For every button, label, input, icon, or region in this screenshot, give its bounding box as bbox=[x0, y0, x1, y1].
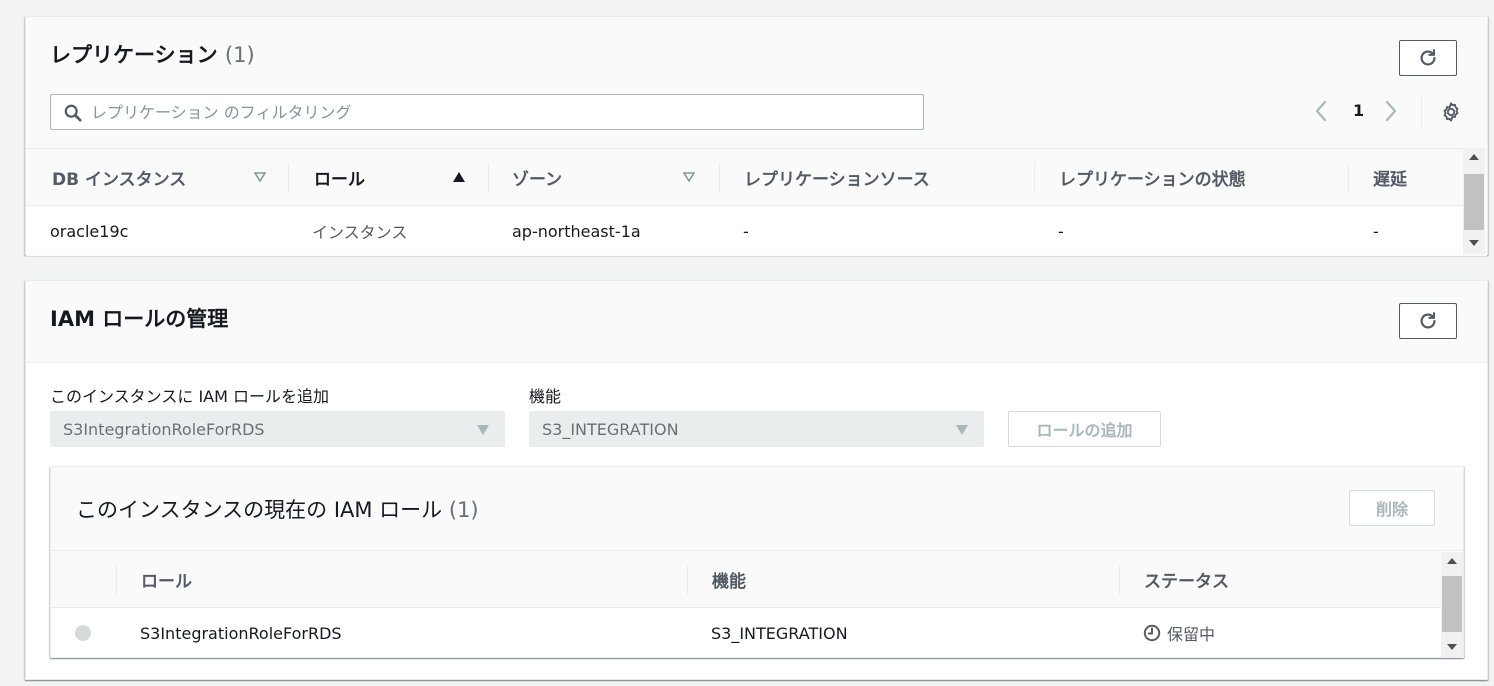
sort-unsorted-icon[interactable] bbox=[254, 171, 266, 183]
cell-db-instance: oracle19c bbox=[50, 221, 129, 241]
cell-lag: - bbox=[1373, 221, 1379, 241]
column-replication-state[interactable]: レプリケーションの状態 bbox=[1059, 149, 1246, 205]
column-separator bbox=[1119, 565, 1120, 595]
column-lag[interactable]: 遅延 bbox=[1373, 149, 1407, 205]
column-feature[interactable]: 機能 bbox=[712, 551, 746, 607]
column-separator bbox=[719, 163, 720, 193]
replication-title: レプリケーション (1) bbox=[50, 39, 255, 69]
column-status[interactable]: ステータス bbox=[1144, 551, 1229, 607]
column-separator bbox=[488, 163, 489, 193]
pagination-current-page[interactable]: 1 bbox=[1353, 101, 1364, 120]
role-select[interactable]: S3IntegrationRoleForRDS bbox=[50, 411, 505, 447]
search-icon bbox=[64, 104, 82, 122]
gear-icon[interactable] bbox=[1440, 101, 1462, 123]
table-row[interactable]: oracle19c インスタンス ap-northeast-1a - - - bbox=[26, 207, 1463, 255]
iam-roles-panel: IAM ロールの管理 このインスタンスに IAM ロールを追加 機能 S3Int… bbox=[25, 280, 1488, 680]
feature-label: 機能 bbox=[529, 387, 562, 406]
table-row[interactable]: S3IntegrationRoleForRDS S3_INTEGRATION 保… bbox=[51, 609, 1441, 657]
column-replication-source[interactable]: レプリケーションソース bbox=[744, 149, 930, 205]
status-text: 保留中 bbox=[1167, 625, 1216, 644]
role-select-value: S3IntegrationRoleForRDS bbox=[63, 419, 265, 439]
sort-unsorted-icon[interactable] bbox=[683, 171, 695, 183]
replication-header: レプリケーション (1) 1 DB インスタンス ロール ゾーン レプリケーショ… bbox=[26, 17, 1487, 256]
replication-filter[interactable] bbox=[50, 94, 924, 130]
column-separator bbox=[1034, 163, 1035, 193]
replication-title-text: レプリケーション bbox=[50, 43, 218, 67]
sort-ascending-icon[interactable] bbox=[453, 171, 465, 183]
column-db-instance[interactable]: DB インスタンス bbox=[52, 149, 186, 205]
current-roles-count: (1) bbox=[448, 498, 479, 522]
replication-count: (1) bbox=[224, 43, 255, 67]
cell-replication-state: - bbox=[1058, 221, 1064, 241]
current-roles-header: このインスタンスの現在の IAM ロール (1) 削除 bbox=[51, 467, 1463, 551]
current-roles-title-text: このインスタンスの現在の IAM ロール bbox=[76, 498, 443, 522]
current-roles-title: このインスタンスの現在の IAM ロール (1) bbox=[76, 494, 479, 524]
scroll-up-arrow-icon[interactable] bbox=[1469, 154, 1479, 160]
chevron-down-icon bbox=[477, 425, 489, 435]
scrollbar-thumb[interactable] bbox=[1464, 174, 1484, 230]
pagination-next-icon[interactable] bbox=[1384, 99, 1398, 123]
current-roles-table-header: ロール 機能 ステータス bbox=[51, 550, 1441, 608]
replication-refresh-button[interactable] bbox=[1399, 40, 1457, 76]
replication-table-scrollbar[interactable] bbox=[1463, 148, 1485, 254]
replication-table-header: DB インスタンス ロール ゾーン レプリケーションソース レプリケーションの状… bbox=[26, 148, 1463, 206]
column-separator bbox=[687, 565, 688, 595]
iam-header: IAM ロールの管理 bbox=[26, 281, 1487, 363]
pagination-divider bbox=[1421, 95, 1422, 129]
replication-panel: レプリケーション (1) 1 DB インスタンス ロール ゾーン レプリケーショ… bbox=[25, 16, 1488, 256]
refresh-icon bbox=[1420, 49, 1436, 66]
column-separator bbox=[288, 163, 289, 193]
scrollbar-thumb[interactable] bbox=[1442, 576, 1462, 632]
column-role[interactable]: ロール bbox=[314, 149, 365, 205]
row-select-radio[interactable] bbox=[75, 625, 91, 641]
chevron-down-icon bbox=[956, 425, 968, 435]
column-separator bbox=[116, 565, 117, 595]
add-role-label: このインスタンスに IAM ロールを追加 bbox=[50, 387, 330, 406]
delete-button[interactable]: 削除 bbox=[1349, 490, 1435, 526]
column-role[interactable]: ロール bbox=[141, 551, 192, 607]
cell-role: S3IntegrationRoleForRDS bbox=[140, 623, 342, 643]
scroll-down-arrow-icon[interactable] bbox=[1469, 240, 1479, 246]
refresh-icon bbox=[1420, 312, 1436, 329]
add-role-button[interactable]: ロールの追加 bbox=[1008, 411, 1161, 447]
column-separator bbox=[1348, 163, 1349, 193]
cell-role: インスタンス bbox=[312, 223, 408, 242]
current-roles-scrollbar[interactable] bbox=[1441, 552, 1463, 657]
iam-refresh-button[interactable] bbox=[1399, 303, 1457, 339]
pagination-prev-icon[interactable] bbox=[1314, 99, 1328, 123]
clock-icon bbox=[1143, 624, 1161, 642]
scroll-down-arrow-icon[interactable] bbox=[1447, 644, 1457, 650]
current-iam-roles-container: このインスタンスの現在の IAM ロール (1) 削除 ロール 機能 ステータス… bbox=[50, 466, 1464, 658]
scroll-up-arrow-icon[interactable] bbox=[1447, 558, 1457, 564]
cell-status: 保留中 bbox=[1143, 609, 1215, 657]
column-zone[interactable]: ゾーン bbox=[512, 149, 562, 205]
cell-zone: ap-northeast-1a bbox=[512, 221, 641, 241]
feature-select[interactable]: S3_INTEGRATION bbox=[529, 411, 984, 447]
replication-filter-input[interactable] bbox=[91, 97, 911, 127]
cell-feature: S3_INTEGRATION bbox=[711, 623, 848, 643]
cell-replication-source: - bbox=[743, 221, 749, 241]
feature-select-value: S3_INTEGRATION bbox=[542, 419, 679, 439]
iam-title: IAM ロールの管理 bbox=[50, 307, 229, 331]
